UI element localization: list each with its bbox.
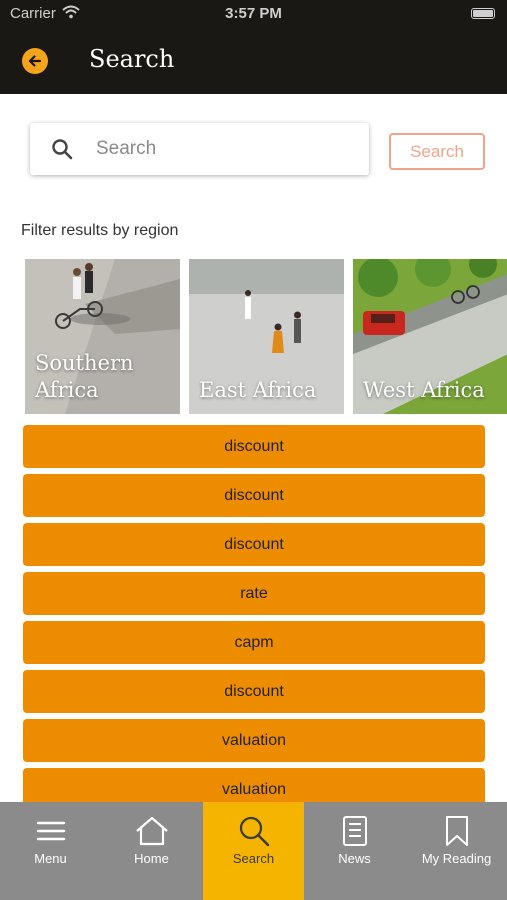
tab-search[interactable]: Search: [203, 802, 304, 900]
status-time: 3:57 PM: [225, 5, 282, 22]
tab-label: Menu: [34, 851, 67, 866]
tab-label: My Reading: [421, 851, 492, 866]
tab-label: Search: [232, 851, 275, 866]
result-item[interactable]: valuation: [23, 768, 485, 802]
region-tile-southern-africa[interactable]: Southern Africa: [25, 259, 180, 414]
tab-label: News: [338, 851, 371, 866]
filter-label: Filter results by region: [21, 222, 179, 239]
tab-menu[interactable]: Menu: [0, 802, 101, 900]
bookmark-icon: [406, 814, 507, 848]
tab-bar: Menu Home Search News My Reading: [0, 802, 507, 900]
tab-my-reading[interactable]: My Reading: [406, 802, 507, 900]
result-item[interactable]: discount: [23, 523, 485, 566]
result-item[interactable]: discount: [23, 670, 485, 713]
result-item[interactable]: capm: [23, 621, 485, 664]
tab-news[interactable]: News: [304, 802, 405, 900]
tab-home[interactable]: Home: [101, 802, 202, 900]
search-button[interactable]: Search: [389, 133, 485, 170]
result-item[interactable]: discount: [23, 474, 485, 517]
result-item[interactable]: rate: [23, 572, 485, 615]
search-input[interactable]: [96, 131, 356, 167]
result-item[interactable]: discount: [23, 425, 485, 468]
region-label: East Africa: [199, 378, 317, 402]
hamburger-menu-icon: [0, 814, 101, 848]
news-document-icon: [304, 814, 405, 848]
page-title: Search: [89, 45, 175, 73]
region-tile-west-africa[interactable]: West Africa: [353, 259, 507, 414]
region-carousel[interactable]: Southern Africa East Africa West Africa: [25, 259, 507, 414]
search-icon: [51, 138, 73, 165]
region-label: West Africa: [363, 378, 485, 402]
back-button[interactable]: [22, 48, 48, 74]
region-tile-east-africa[interactable]: East Africa: [189, 259, 344, 414]
results-list: discount discount discount rate capm dis…: [23, 425, 485, 802]
result-item[interactable]: valuation: [23, 719, 485, 762]
home-icon: [101, 814, 202, 848]
battery-icon: [471, 8, 495, 19]
nav-bar: Search: [0, 28, 507, 94]
arrow-left-icon: [28, 55, 42, 67]
search-icon: [203, 814, 304, 848]
search-field[interactable]: [30, 123, 369, 175]
tab-label: Home: [134, 851, 169, 866]
status-bar: Carrier 3:57 PM: [0, 0, 507, 28]
region-label: Southern Africa: [35, 351, 134, 402]
